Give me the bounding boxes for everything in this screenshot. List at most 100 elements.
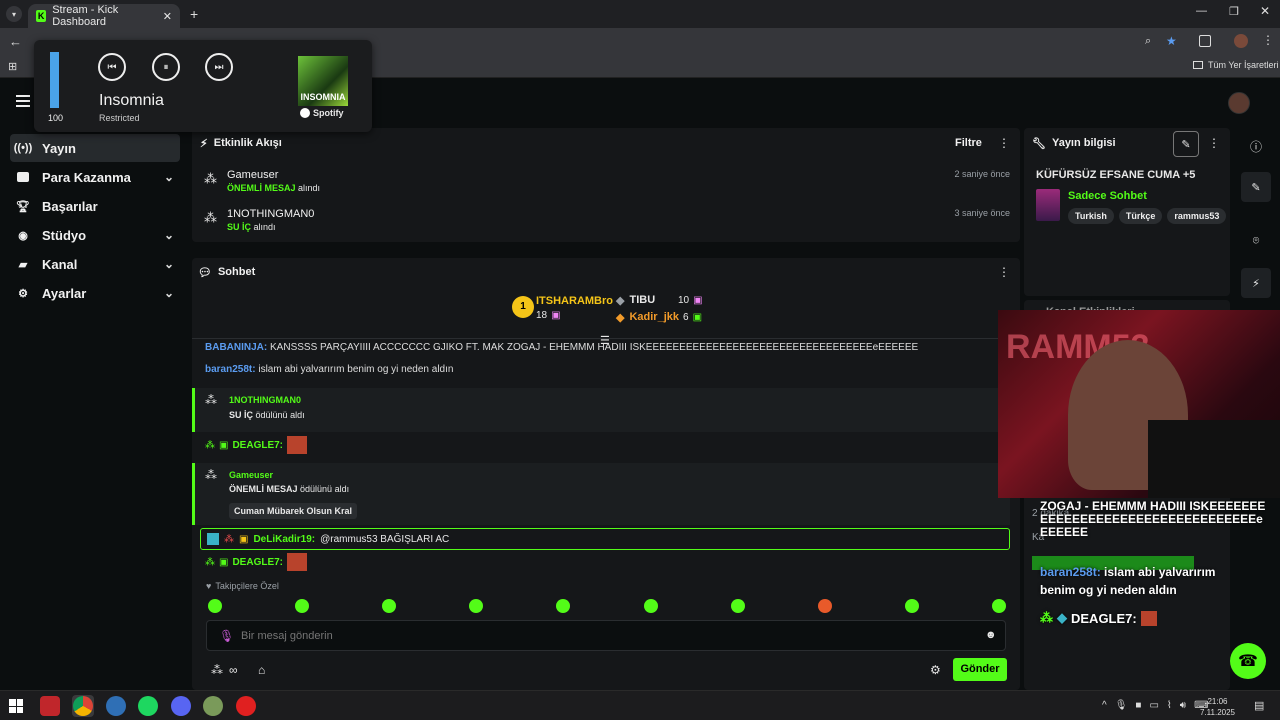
browser-menu-icon[interactable]: ⋮ xyxy=(1262,33,1274,47)
emote-button[interactable] xyxy=(382,599,397,613)
chat-username[interactable]: Gameuser xyxy=(229,470,273,480)
chevron-down-icon[interactable]: ⌄ xyxy=(164,257,174,271)
close-tab-icon[interactable]: ✕ xyxy=(163,10,172,23)
chat-input[interactable] xyxy=(241,626,961,646)
track-artist: Restricted xyxy=(99,113,140,123)
emote-button[interactable] xyxy=(208,599,222,613)
activity-event-user[interactable]: Gameuser xyxy=(227,169,320,181)
emote-button[interactable] xyxy=(556,599,571,613)
new-tab-icon[interactable]: + xyxy=(190,6,198,22)
sidebar-item-kanal[interactable]: ▰ Kanal ⌄ xyxy=(10,250,180,278)
apps-grid-icon[interactable]: ⊞ xyxy=(8,60,17,73)
notifications-icon[interactable]: ▤ xyxy=(1254,699,1264,712)
close-window-icon[interactable]: ✕ xyxy=(1260,4,1270,18)
chat-username[interactable]: 1NOTHINGMAN0 xyxy=(229,395,301,405)
chat-username[interactable]: DeLiKadir19: xyxy=(253,534,315,545)
send-button[interactable]: Gönder xyxy=(953,658,1007,681)
youtube-icon[interactable] xyxy=(236,696,256,716)
support-chat-icon[interactable]: ☎ xyxy=(1230,643,1266,679)
sidebar-item-para-kazanma[interactable]: Para Kazanma ⌄ xyxy=(10,163,180,191)
chat-input-box[interactable]: 🎙︎ ☻ xyxy=(206,620,1006,651)
back-icon[interactable]: ← xyxy=(9,34,22,49)
emote-button[interactable] xyxy=(469,599,484,613)
next-track-button[interactable]: ⏭︎ xyxy=(205,53,233,81)
spotify-taskbar-icon[interactable] xyxy=(138,696,158,716)
info-icon[interactable]: ⓘ xyxy=(1241,131,1271,161)
hamburger-menu-icon[interactable] xyxy=(16,95,30,107)
tab-list-icon[interactable]: ▾ xyxy=(6,6,22,22)
activity-event-user[interactable]: 1NOTHINGMAN0 xyxy=(227,208,314,220)
minimize-icon[interactable]: — xyxy=(1196,5,1207,17)
chat-username[interactable]: baran258t: xyxy=(205,364,256,375)
display-tray-icon[interactable]: ▭ xyxy=(1149,700,1158,711)
emote-button[interactable] xyxy=(904,599,919,613)
all-bookmarks-button[interactable]: Tüm Yer İşaretleri xyxy=(1193,60,1279,70)
store-icon[interactable]: ⌂ xyxy=(258,663,265,677)
profile-avatar[interactable] xyxy=(1234,34,1248,48)
emoji-icon[interactable]: ☻ xyxy=(985,629,997,641)
leaderboard-name[interactable]: TIBU xyxy=(629,294,655,307)
windows-start-icon[interactable] xyxy=(9,699,23,713)
quick-actions-icon[interactable]: ⚡︎ xyxy=(1241,268,1271,298)
filter-button[interactable]: Filtre xyxy=(955,137,982,149)
chevron-down-icon[interactable]: ⌄ xyxy=(164,170,174,184)
sidebar-item-basarilar[interactable]: 🏆︎ Başarılar xyxy=(10,192,180,220)
app-icon[interactable] xyxy=(106,696,126,716)
zoom-icon[interactable]: ⌕ xyxy=(1145,35,1151,48)
restore-icon[interactable]: ❐ xyxy=(1229,5,1239,18)
user-avatar[interactable] xyxy=(1228,92,1250,114)
chrome-icon[interactable] xyxy=(73,696,93,716)
settings-gear-icon[interactable]: ⚙ xyxy=(930,663,941,677)
tag[interactable]: rammus53 xyxy=(1167,208,1227,224)
clock[interactable]: 21:06 7.11.2025 xyxy=(1200,696,1235,718)
emote-button[interactable] xyxy=(991,599,1006,613)
sidebar-item-studyo[interactable]: ◉ Stüdyo ⌄ xyxy=(10,221,180,249)
sidebar-item-yayin[interactable]: ((•)) Yayın xyxy=(10,134,180,162)
category-name[interactable]: Sadece Sohbet xyxy=(1068,190,1147,202)
browser-tab[interactable]: K Stream - Kick Dashboard ✕ xyxy=(28,4,180,28)
extensions-icon[interactable] xyxy=(1199,35,1211,47)
edit-icon[interactable]: ✎ xyxy=(1241,172,1271,202)
emote-button[interactable] xyxy=(643,599,658,613)
kick-favicon-icon: K xyxy=(36,10,47,22)
chat-more-icon[interactable]: ⋮ xyxy=(998,265,1010,279)
reward-icon[interactable]: ⁂ xyxy=(211,663,223,677)
discord-icon[interactable] xyxy=(171,696,191,716)
volume-icon[interactable]: 🔊︎ xyxy=(1180,700,1186,711)
wifi-icon[interactable]: ⌇ xyxy=(1167,700,1172,711)
tray-chevron-icon[interactable]: ^ xyxy=(1102,700,1107,711)
leaderboard-name[interactable]: ITSHARAMBro xyxy=(536,295,613,307)
gear-icon: ⚙ xyxy=(18,287,28,300)
emote-button[interactable] xyxy=(730,599,745,613)
activity-more-icon[interactable]: ⋮ xyxy=(998,136,1010,150)
emote-button[interactable] xyxy=(817,599,832,613)
chevron-down-icon[interactable]: ⌄ xyxy=(164,286,174,300)
microphone-icon[interactable]: 🎙︎ xyxy=(219,629,234,643)
tag[interactable]: Turkish xyxy=(1068,208,1114,224)
leaderboard-name[interactable]: Kadir_jkk xyxy=(629,311,679,324)
chat-username[interactable]: DEAGLE7: xyxy=(232,440,283,451)
infinity-icon[interactable]: ∞ xyxy=(229,663,238,677)
reward-name: SU İÇ xyxy=(229,410,254,420)
microphone-tray-icon[interactable]: 🎙︎ xyxy=(1115,700,1128,711)
stream-info-more-icon[interactable]: ⋮ xyxy=(1208,136,1220,150)
voicemeeter-icon[interactable] xyxy=(40,696,60,716)
app-tray-icon[interactable]: ■ xyxy=(1135,700,1141,711)
emote-button[interactable] xyxy=(295,599,310,613)
tag[interactable]: Türkçe xyxy=(1118,208,1163,224)
app-icon[interactable] xyxy=(203,696,223,716)
chevron-down-icon[interactable]: ⌄ xyxy=(164,228,174,242)
camera-focus-icon[interactable]: ⌾ xyxy=(1241,226,1271,256)
bookmark-star-icon[interactable]: ★ xyxy=(1166,34,1177,48)
volume-track[interactable] xyxy=(50,52,59,108)
pause-button[interactable]: ⏸︎ xyxy=(152,53,180,81)
edit-pencil-icon[interactable]: ✎ xyxy=(1173,131,1199,157)
previous-track-button[interactable]: ⏮︎ xyxy=(98,53,126,81)
category-thumbnail[interactable] xyxy=(1036,189,1060,221)
chat-username[interactable]: BABANINJA: xyxy=(205,342,267,353)
sidebar-item-ayarlar[interactable]: ⚙ Ayarlar ⌄ xyxy=(10,279,180,307)
overlay-chat-line: ⁂ ◆ DEAGLE7: xyxy=(1040,610,1157,626)
overlay-username: DEAGLE7: xyxy=(1071,610,1137,626)
studio-icon: ◉ xyxy=(18,229,28,242)
chat-username[interactable]: DEAGLE7: xyxy=(232,557,283,568)
